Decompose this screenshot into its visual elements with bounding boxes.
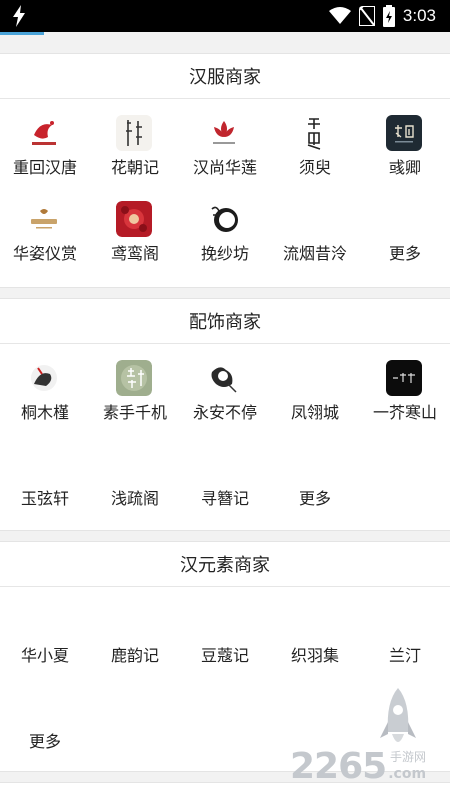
clock: 3:03: [402, 6, 436, 25]
wifi-icon: [328, 7, 351, 24]
ink-painting-logo-icon: [26, 360, 62, 396]
ink-splash-logo-icon: [206, 360, 242, 396]
section-title: 汉元素商家: [0, 542, 450, 587]
black-square-logo-icon: [386, 360, 422, 396]
section-accessory-merchants: 配饰商家 桐木槿 素手千机 永安不停 凤翎城 一芥寒山 玉弦轩 浅疏阁 寻簪记 …: [0, 298, 450, 531]
section-title: 配饰商家: [0, 299, 450, 344]
merchant-name: 浅疏阁: [110, 489, 159, 508]
no-sim-icon: [358, 6, 375, 26]
ink-circle-logo-icon: [206, 201, 242, 237]
green-circle-logo-icon: [116, 360, 152, 396]
merchant-item[interactable]: 织羽集: [270, 587, 360, 673]
red-lotus-logo-icon: [206, 115, 242, 151]
merchant-name: 重回汉唐: [12, 158, 77, 177]
more-link[interactable]: 更多: [360, 185, 450, 271]
merchant-item[interactable]: 玉弦轩: [0, 430, 90, 516]
merchant-grid: 重回汉唐 花朝记 汉尚华莲 须臾 彧卿 华姿仪赏 鸢鸾阁 挽纱坊 流烟昔泠 更多: [0, 99, 450, 271]
watermark-site: 手游网: [390, 750, 427, 764]
merchant-name: 华姿仪赏: [12, 244, 77, 263]
merchant-item[interactable]: 凤翎城: [270, 344, 360, 430]
merchant-name: 永安不停: [192, 403, 257, 422]
merchant-name: 鹿韵记: [110, 646, 159, 665]
merchant-item[interactable]: 鹿韵记: [90, 587, 180, 673]
calligraphy-logo-icon: [116, 115, 152, 151]
merchant-item[interactable]: 华姿仪赏: [0, 185, 90, 271]
merchant-item[interactable]: 流烟昔泠: [270, 185, 360, 271]
merchant-name: 豆蔻记: [200, 646, 249, 665]
merchant-item[interactable]: 鸢鸾阁: [90, 185, 180, 271]
merchant-item[interactable]: 华小夏: [0, 587, 90, 673]
merchant-name: 花朝记: [110, 158, 159, 177]
more-label: 更多: [298, 489, 331, 508]
merchant-item[interactable]: 重回汉唐: [0, 99, 90, 185]
more-link[interactable]: 更多: [0, 673, 90, 759]
section-hanfu-merchants: 汉服商家 重回汉唐 花朝记 汉尚华莲 须臾 彧卿 华姿仪赏 鸢鸾阁 挽纱坊 流烟…: [0, 53, 450, 288]
merchant-item[interactable]: 豆蔻记: [180, 587, 270, 673]
watermark-number: 2265: [290, 746, 387, 787]
merchant-name: 一芥寒山: [372, 403, 437, 422]
red-floral-logo-icon: [116, 201, 152, 237]
merchant-name: 寻簪记: [200, 489, 249, 508]
section-title: 汉服商家: [0, 54, 450, 99]
merchant-name: 素手千机: [102, 403, 167, 422]
flash-icon: [13, 5, 25, 27]
merchant-item[interactable]: 挽纱坊: [180, 185, 270, 271]
calligraphy-logo-icon: [296, 115, 332, 151]
merchant-name: 挽纱坊: [200, 244, 249, 263]
dark-square-logo-icon: [386, 115, 422, 151]
merchant-item[interactable]: 素手千机: [90, 344, 180, 430]
merchant-list[interactable]: 汉服商家 重回汉唐 花朝记 汉尚华莲 须臾 彧卿 华姿仪赏 鸢鸾阁 挽纱坊 流烟…: [0, 35, 450, 800]
merchant-name: 彧卿: [388, 158, 421, 177]
merchant-name: 流烟昔泠: [282, 244, 347, 263]
merchant-item[interactable]: 彧卿: [360, 99, 450, 185]
more-label: 更多: [28, 732, 61, 751]
brown-seal-logo-icon: [26, 201, 62, 237]
merchant-item[interactable]: 一芥寒山: [360, 344, 450, 430]
merchant-item[interactable]: 兰汀: [360, 587, 450, 673]
merchant-item[interactable]: 永安不停: [180, 344, 270, 430]
merchant-item[interactable]: 须臾: [270, 99, 360, 185]
more-label: 更多: [388, 244, 421, 263]
watermark-suffix: .com: [388, 766, 427, 782]
site-watermark: 2265 .com 手游网: [290, 686, 442, 796]
merchant-item[interactable]: 寻簪记: [180, 430, 270, 516]
merchant-name: 玉弦轩: [20, 489, 69, 508]
merchant-name: 汉尚华莲: [192, 158, 257, 177]
merchant-name: 兰汀: [388, 646, 421, 665]
merchant-item[interactable]: 汉尚华莲: [180, 99, 270, 185]
merchant-name: 须臾: [298, 158, 331, 177]
merchant-name: 凤翎城: [290, 403, 339, 422]
merchant-item[interactable]: 桐木槿: [0, 344, 90, 430]
merchant-name: 鸢鸾阁: [110, 244, 159, 263]
merchant-name: 华小夏: [20, 646, 69, 665]
status-bar: 3:03: [0, 0, 450, 32]
merchant-item[interactable]: 花朝记: [90, 99, 180, 185]
battery-icon: [382, 5, 395, 27]
more-link[interactable]: 更多: [270, 430, 360, 516]
merchant-item[interactable]: 浅疏阁: [90, 430, 180, 516]
red-bird-logo-icon: [26, 115, 62, 151]
merchant-name: 桐木槿: [20, 403, 69, 422]
merchant-grid: 桐木槿 素手千机 永安不停 凤翎城 一芥寒山 玉弦轩 浅疏阁 寻簪记 更多: [0, 344, 450, 516]
merchant-name: 织羽集: [290, 646, 339, 665]
